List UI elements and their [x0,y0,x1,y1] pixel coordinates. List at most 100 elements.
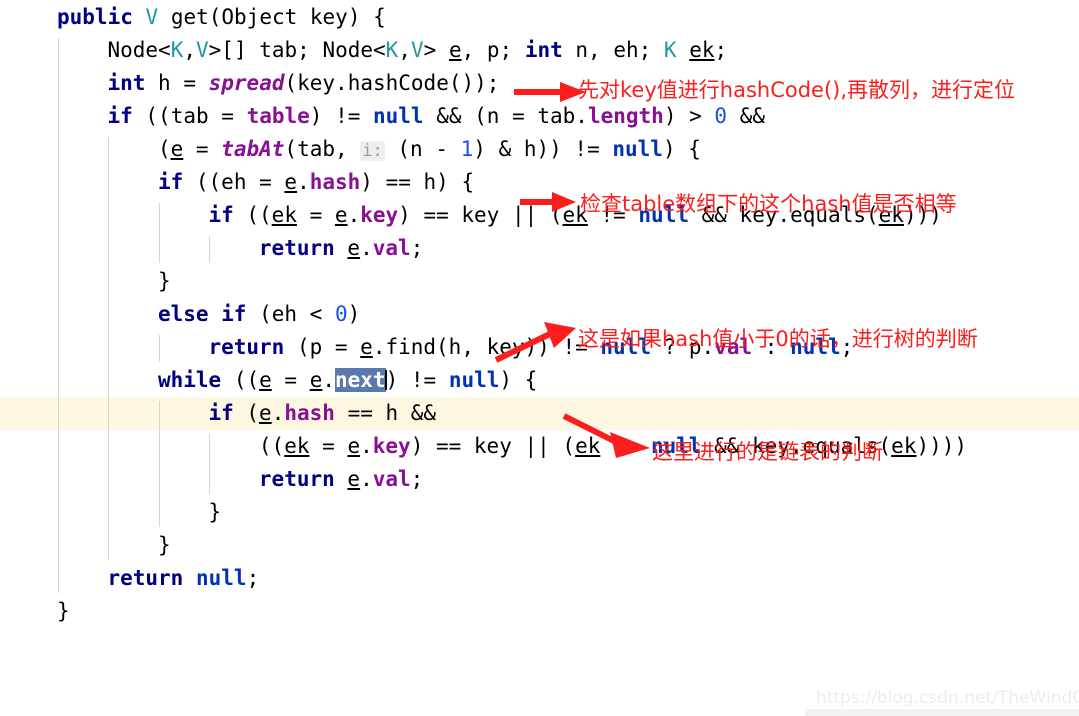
indent-guide [158,335,160,362]
code-token: val [372,467,411,491]
code-line[interactable]: if ((eh = e.hash) == h) { [158,166,474,199]
code-token: public [57,5,133,29]
code-token: ) != [309,104,373,128]
code-token: K [385,38,399,62]
code-token: if [208,203,234,227]
code-token: (n - [384,137,461,161]
indent-guide [209,434,211,494]
code-token: e [347,434,361,458]
code-token: h = [145,71,209,95]
code-token: (( [258,434,285,458]
code-line[interactable]: if (e.hash == h && [208,397,436,430]
code-token: )))) [916,434,968,458]
code-token: } [57,599,70,623]
code-token: K [663,38,677,62]
code-token: } [208,500,222,524]
code-token: ((eh = [183,170,285,194]
code-line[interactable]: } [158,529,171,562]
code-token: = [309,434,348,458]
code-token: ; [246,566,260,590]
arrow-to-linkedlist-annotation [562,413,650,458]
code-line[interactable]: } [208,496,221,529]
code-token: V [196,38,209,62]
indent-guide [108,137,110,560]
code-token: while [157,368,222,392]
code-token: V [410,38,424,62]
code-token: , [183,38,196,62]
code-token: } [157,533,171,557]
code-token: ek [284,434,310,458]
code-token: e [259,368,272,392]
code-token: ) == h) { [360,170,475,194]
code-line[interactable]: public V get(Object key) { [57,1,386,34]
code-token: e [309,368,323,392]
code-token: n, eh; [562,38,664,62]
code-line[interactable]: else if (eh < 0) [158,298,360,331]
code-token: null [448,368,500,392]
code-token: ; [714,38,728,62]
code-token: e [284,170,298,194]
code-token: , [398,38,411,62]
code-token: (p = [284,335,361,359]
code-token: . [271,401,285,425]
code-token: tabAt [221,137,285,161]
code-token: ) { [499,368,538,392]
code-line[interactable]: int h = spread(key.hashCode()); [107,67,499,100]
code-line[interactable]: } [57,595,70,628]
code-token: return [107,566,184,590]
code-token: if [208,401,234,425]
code-line[interactable]: (e = tabAt(tab, i: (n - 1) & h)) != null… [158,133,701,168]
code-token: e [170,137,184,161]
code-line[interactable]: Node<K,V>[] tab; Node<K,V> e, p; int n, … [107,34,727,67]
code-token: val [372,236,411,260]
code-token: . [347,203,361,227]
code-token: , p; [461,38,525,62]
code-line[interactable]: } [158,265,171,298]
annotation-hashcode: 先对key值进行hashCode(),再散列，进行定位 [578,78,1016,102]
code-token: Node< [107,38,171,62]
code-token: return [258,236,335,260]
code-token: V [145,5,159,29]
code-token: spread [208,71,285,95]
code-token: return [258,467,335,491]
arrow-to-tree-annotation [494,322,576,363]
code-token: = [296,203,335,227]
code-token: ( [233,401,260,425]
code-token: ( [157,137,171,161]
code-token: key [372,434,411,458]
code-token: } [157,269,171,293]
selected-token[interactable]: next [335,368,386,392]
code-token: 1 [460,137,474,161]
code-token: hash [309,170,361,194]
code-token: >[] tab; Node< [208,38,386,62]
code-token: 0 [714,104,728,128]
code-token: if [157,170,184,194]
code-line[interactable]: return e.val; [259,232,423,265]
code-token: ) { [662,137,701,161]
code-token: int [107,71,146,95]
code-line[interactable]: return e.val; [259,463,423,496]
annotation-hash-equal: 检查table数组下的这个hash值是否相等 [580,192,957,216]
code-token: K [170,38,184,62]
code-token: (( [221,368,260,392]
code-token: e [360,335,373,359]
code-token: (eh < [246,302,335,326]
code-line[interactable]: return null; [107,562,259,595]
code-token: (tab, [284,137,361,161]
code-token: length [587,104,664,128]
code-token: e [347,236,361,260]
code-token: && [727,104,765,128]
code-token: e [334,203,348,227]
annotation-tree: 这是如果hash值小于0的话，进行树的判断 [578,327,978,351]
code-token: ; [410,467,424,491]
code-token: else if [157,302,247,326]
watermark-bar [805,709,1079,716]
annotation-linkedlist: 这里进行的是链表的判断 [652,440,883,464]
code-token: ; [410,236,424,260]
code-line[interactable]: while ((e = e.next) != null) { [158,364,537,397]
indent-guide [158,203,160,263]
code-token: 0 [334,302,348,326]
caret-row-highlight [0,397,1079,430]
